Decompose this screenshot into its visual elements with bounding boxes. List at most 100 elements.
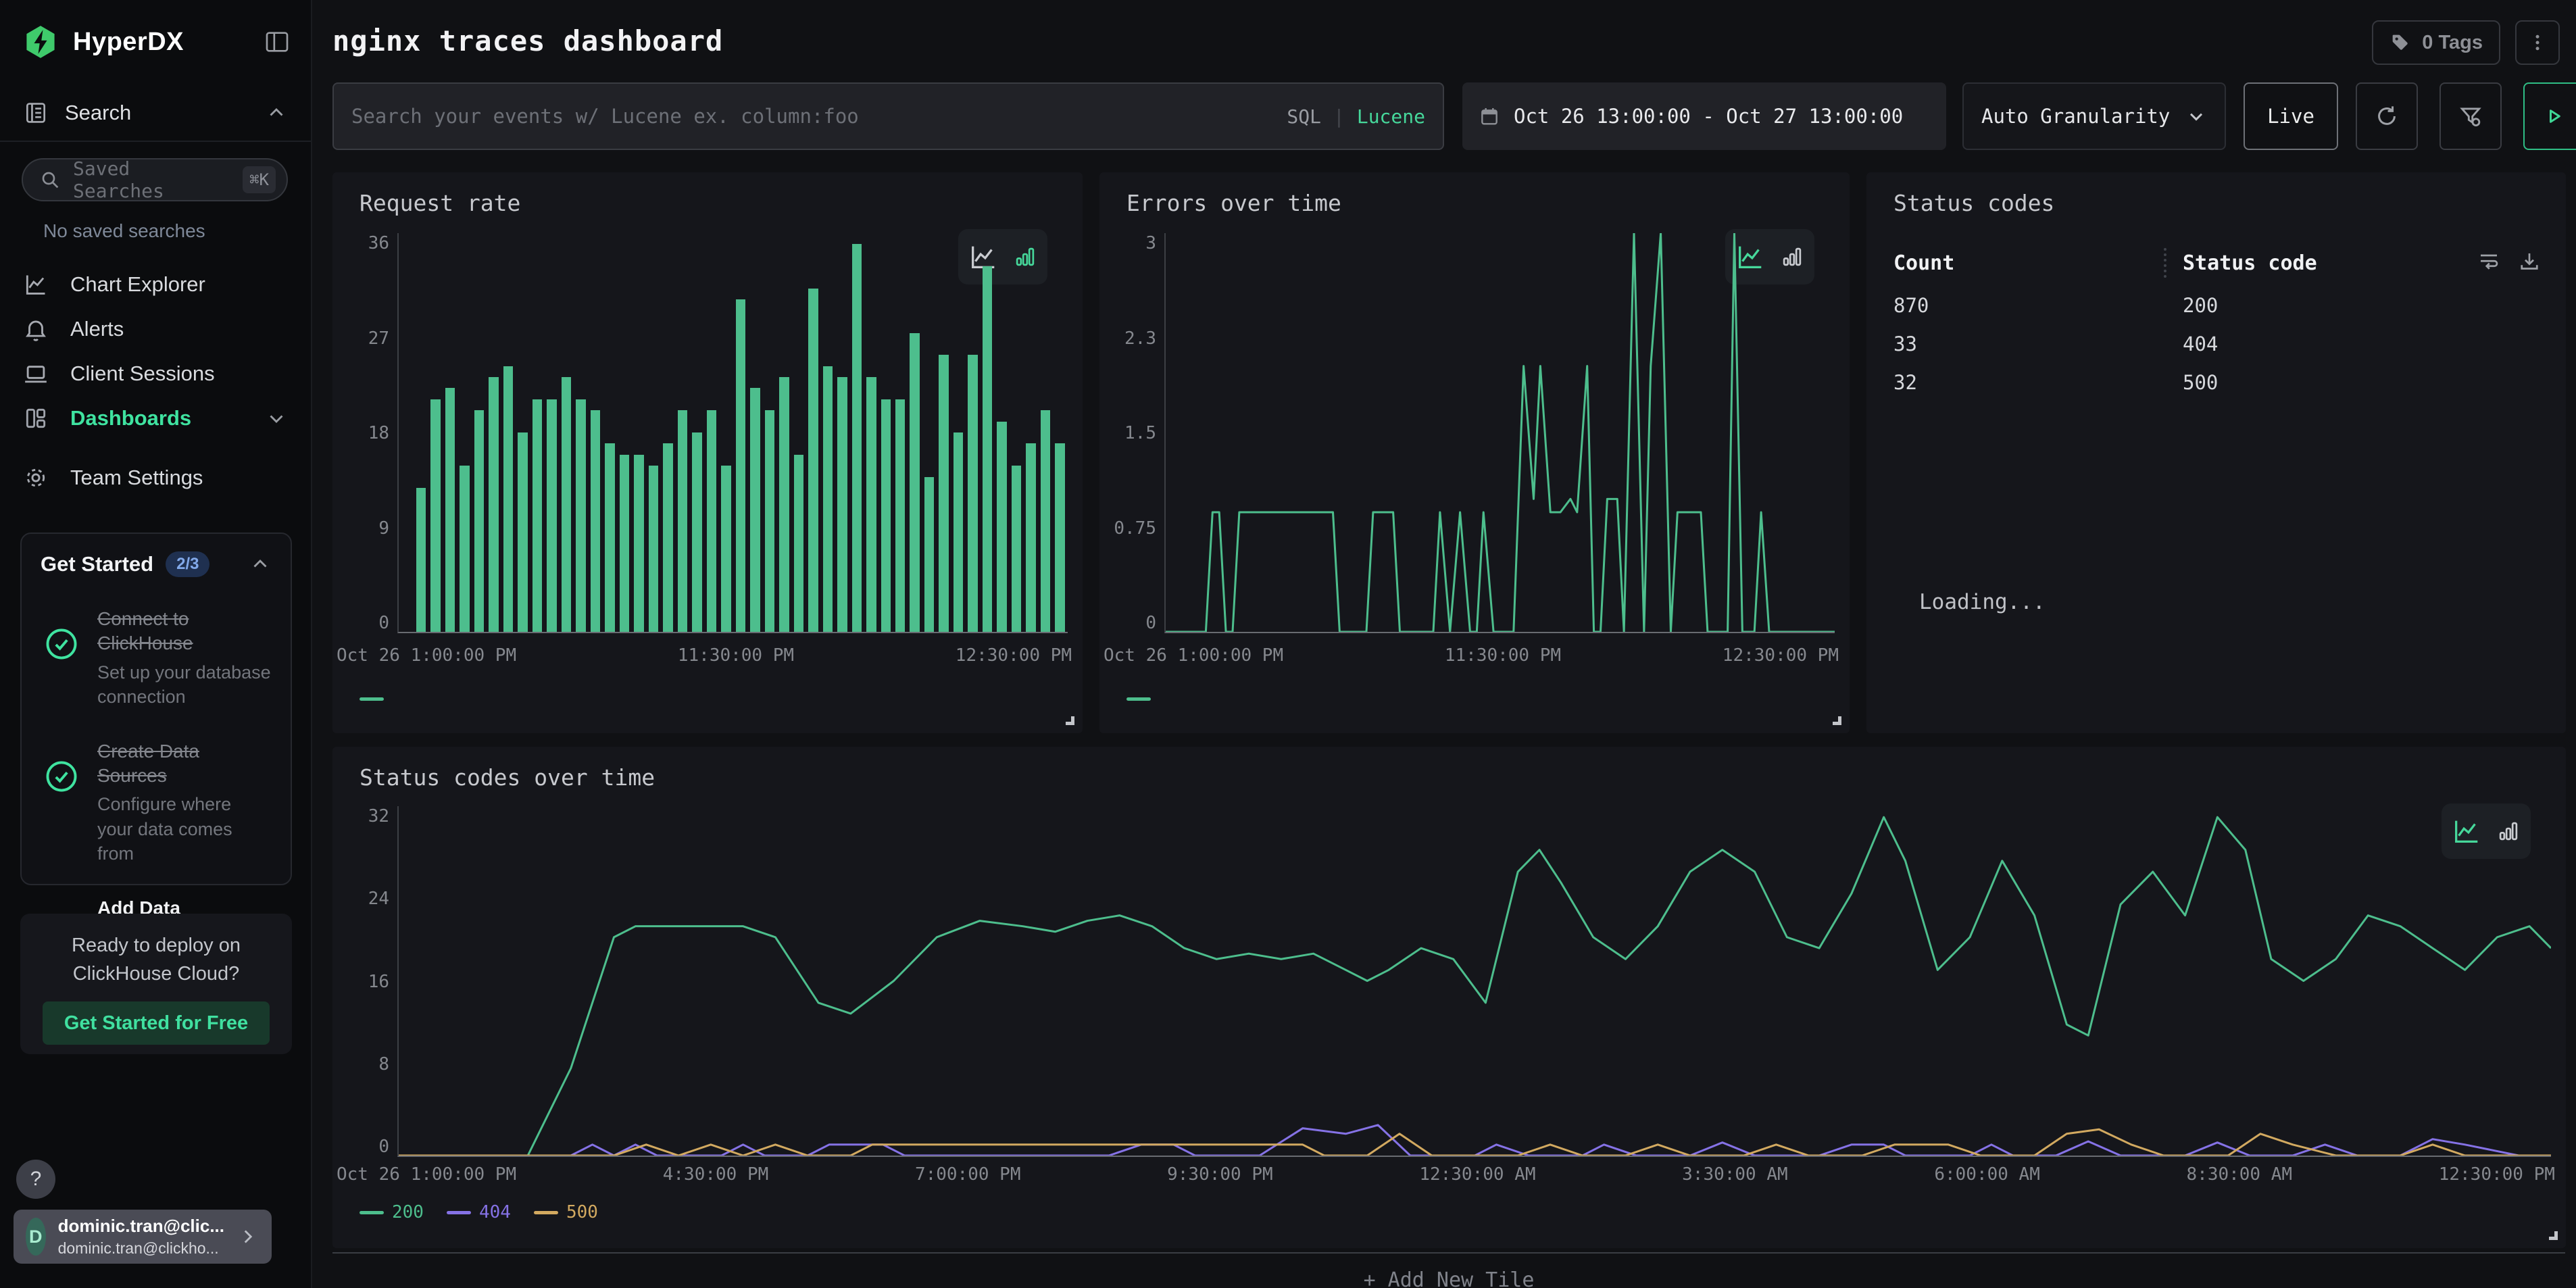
brand-row: HyperDX — [23, 23, 291, 61]
y-axis: 36271890 — [332, 233, 389, 633]
chart-legend: 200 404 500 — [360, 1202, 598, 1222]
resize-handle[interactable] — [2549, 1231, 2558, 1240]
calendar-icon — [1479, 105, 1500, 127]
granularity-select[interactable]: Auto Granularity — [1962, 82, 2226, 150]
filter-icon — [2458, 103, 2483, 129]
request-rate-chart[interactable] — [397, 233, 1068, 633]
column-header-count[interactable]: Count — [1893, 251, 2164, 275]
table-row[interactable]: 870200 — [1893, 286, 2542, 324]
column-header-status-code[interactable]: Status code — [2183, 251, 2317, 275]
legend-item[interactable] — [360, 697, 384, 701]
tile-title: Errors over time — [1126, 190, 1341, 216]
sidebar-item-label: Alerts — [70, 317, 124, 341]
event-search-placeholder: Search your events w/ Lucene ex. column:… — [351, 105, 859, 128]
mode-divider: | — [1333, 105, 1345, 128]
table-row[interactable]: 32500 — [1893, 363, 2542, 401]
step-title: Create Data Sources — [97, 739, 272, 789]
more-options-button[interactable] — [2515, 20, 2560, 65]
chevron-down-icon[interactable] — [265, 407, 288, 430]
gear-icon — [23, 465, 50, 491]
get-started-step[interactable]: Create Data Sources Configure where your… — [41, 739, 272, 866]
x-axis: Oct 26 1:00:00 PM11:30:00 PM12:30:00 PM — [1104, 645, 1839, 666]
help-button[interactable]: ? — [16, 1160, 55, 1199]
legend-item[interactable]: 500 — [534, 1202, 598, 1222]
date-range-picker[interactable]: Oct 26 13:00:00 - Oct 27 13:00:00 — [1462, 82, 1946, 150]
saved-searches-placeholder: Saved Searches — [73, 157, 230, 202]
no-saved-searches-text: No saved searches — [43, 220, 205, 242]
filter-button[interactable] — [2439, 82, 2502, 150]
hyperdx-logo-icon — [23, 24, 58, 59]
collapse-sidebar-icon[interactable] — [264, 28, 291, 55]
promo-line1: Ready to deploy on — [36, 931, 276, 960]
add-new-tile-button[interactable]: + Add New Tile — [332, 1252, 2565, 1288]
search-section-label: Search — [65, 101, 131, 125]
get-started-free-button[interactable]: Get Started for Free — [43, 1001, 270, 1045]
x-axis: Oct 26 1:00:00 PM11:30:00 PM12:30:00 PM — [337, 645, 1072, 666]
saved-searches-input[interactable]: Saved Searches ⌘K — [22, 158, 288, 201]
get-started-title: Get Started — [41, 552, 153, 576]
refresh-button[interactable] — [2356, 82, 2418, 150]
loading-text: Loading... — [1919, 590, 2046, 614]
tags-button[interactable]: 0 Tags — [2372, 20, 2500, 65]
chart-legend — [360, 697, 384, 701]
laptop-icon — [23, 361, 50, 387]
date-range-value: Oct 26 13:00:00 - Oct 27 13:00:00 — [1514, 105, 1903, 128]
user-email: dominic.tran@clickho... — [58, 1239, 224, 1258]
granularity-value: Auto Granularity — [1981, 105, 2170, 128]
y-axis: 32.31.50.750 — [1099, 233, 1156, 633]
run-query-button[interactable] — [2523, 82, 2576, 150]
sidebar: HyperDX Search Saved Searches ⌘K No save… — [0, 0, 312, 1288]
download-icon[interactable] — [2517, 249, 2542, 276]
errors-chart[interactable] — [1164, 233, 1835, 633]
chevron-down-icon — [2185, 105, 2207, 127]
sidebar-item-chart-explorer[interactable]: Chart Explorer — [0, 262, 311, 307]
sql-mode-button[interactable]: SQL — [1287, 105, 1321, 128]
status-codes-chart[interactable] — [397, 806, 2551, 1157]
table-header: Count Status code — [1893, 248, 2542, 278]
promo-line2: ClickHouse Cloud? — [36, 960, 276, 988]
lucene-mode-button[interactable]: Lucene — [1357, 105, 1425, 128]
sidebar-item-label: Chart Explorer — [70, 272, 205, 297]
status-codes-table-rows: 8702003340432500 — [1893, 286, 2542, 401]
sidebar-item-label: Dashboards — [70, 406, 191, 430]
legend-item[interactable] — [1126, 697, 1151, 701]
resize-handle[interactable] — [1066, 716, 1074, 725]
chevron-up-icon[interactable] — [249, 553, 272, 576]
resize-handle[interactable] — [1833, 716, 1841, 725]
main-content: nginx traces dashboard 0 Tags Search you… — [312, 0, 2576, 1288]
chart-legend — [1126, 697, 1151, 701]
get-started-step[interactable]: Connect to ClickHouse Set up your databa… — [41, 607, 272, 710]
step-desc: Configure where your data comes from — [97, 792, 272, 866]
event-search-input[interactable]: Search your events w/ Lucene ex. column:… — [332, 82, 1444, 150]
sidebar-item-client-sessions[interactable]: Client Sessions — [0, 351, 311, 396]
sidebar-item-team-settings[interactable]: Team Settings — [0, 455, 311, 500]
x-axis: Oct 26 1:00:00 PM4:30:00 PM7:00:00 PM9:3… — [337, 1164, 2555, 1185]
sidebar-item-alerts[interactable]: Alerts — [0, 307, 311, 351]
legend-item[interactable]: 404 — [447, 1202, 511, 1222]
column-divider[interactable] — [2164, 248, 2166, 278]
tile-errors-over-time: Errors over time 32.31.50.750 Oct 26 1:0… — [1099, 172, 1850, 733]
toolbar: Search your events w/ Lucene ex. column:… — [332, 82, 2576, 151]
wrap-text-icon[interactable] — [2477, 249, 2501, 276]
tag-icon — [2389, 32, 2411, 53]
live-button[interactable]: Live — [2244, 82, 2338, 150]
sidebar-item-label: Client Sessions — [70, 362, 215, 386]
search-page-icon — [23, 100, 49, 126]
chevron-up-icon[interactable] — [265, 101, 288, 124]
search-icon — [39, 169, 61, 191]
step-title: Connect to ClickHouse — [97, 607, 272, 656]
table-row[interactable]: 33404 — [1893, 324, 2542, 363]
user-menu[interactable]: D dominic.tran@clic... dominic.tran@clic… — [14, 1210, 272, 1264]
tile-title: Status codes — [1893, 190, 2054, 216]
check-circle-icon — [41, 607, 82, 710]
tile-status-codes: Status codes Count Status code 870200334… — [1866, 172, 2566, 733]
step-desc: Set up your database connection — [97, 660, 272, 710]
sidebar-item-label: Team Settings — [70, 466, 203, 490]
get-started-progress-badge: 2/3 — [166, 551, 209, 577]
refresh-icon — [2374, 103, 2400, 129]
legend-item[interactable]: 200 — [360, 1202, 424, 1222]
search-section[interactable]: Search — [0, 95, 311, 142]
get-started-card: Get Started 2/3 Connect to ClickHouse Se… — [20, 532, 292, 885]
bell-icon — [23, 316, 50, 342]
sidebar-item-dashboards[interactable]: Dashboards — [0, 396, 311, 441]
